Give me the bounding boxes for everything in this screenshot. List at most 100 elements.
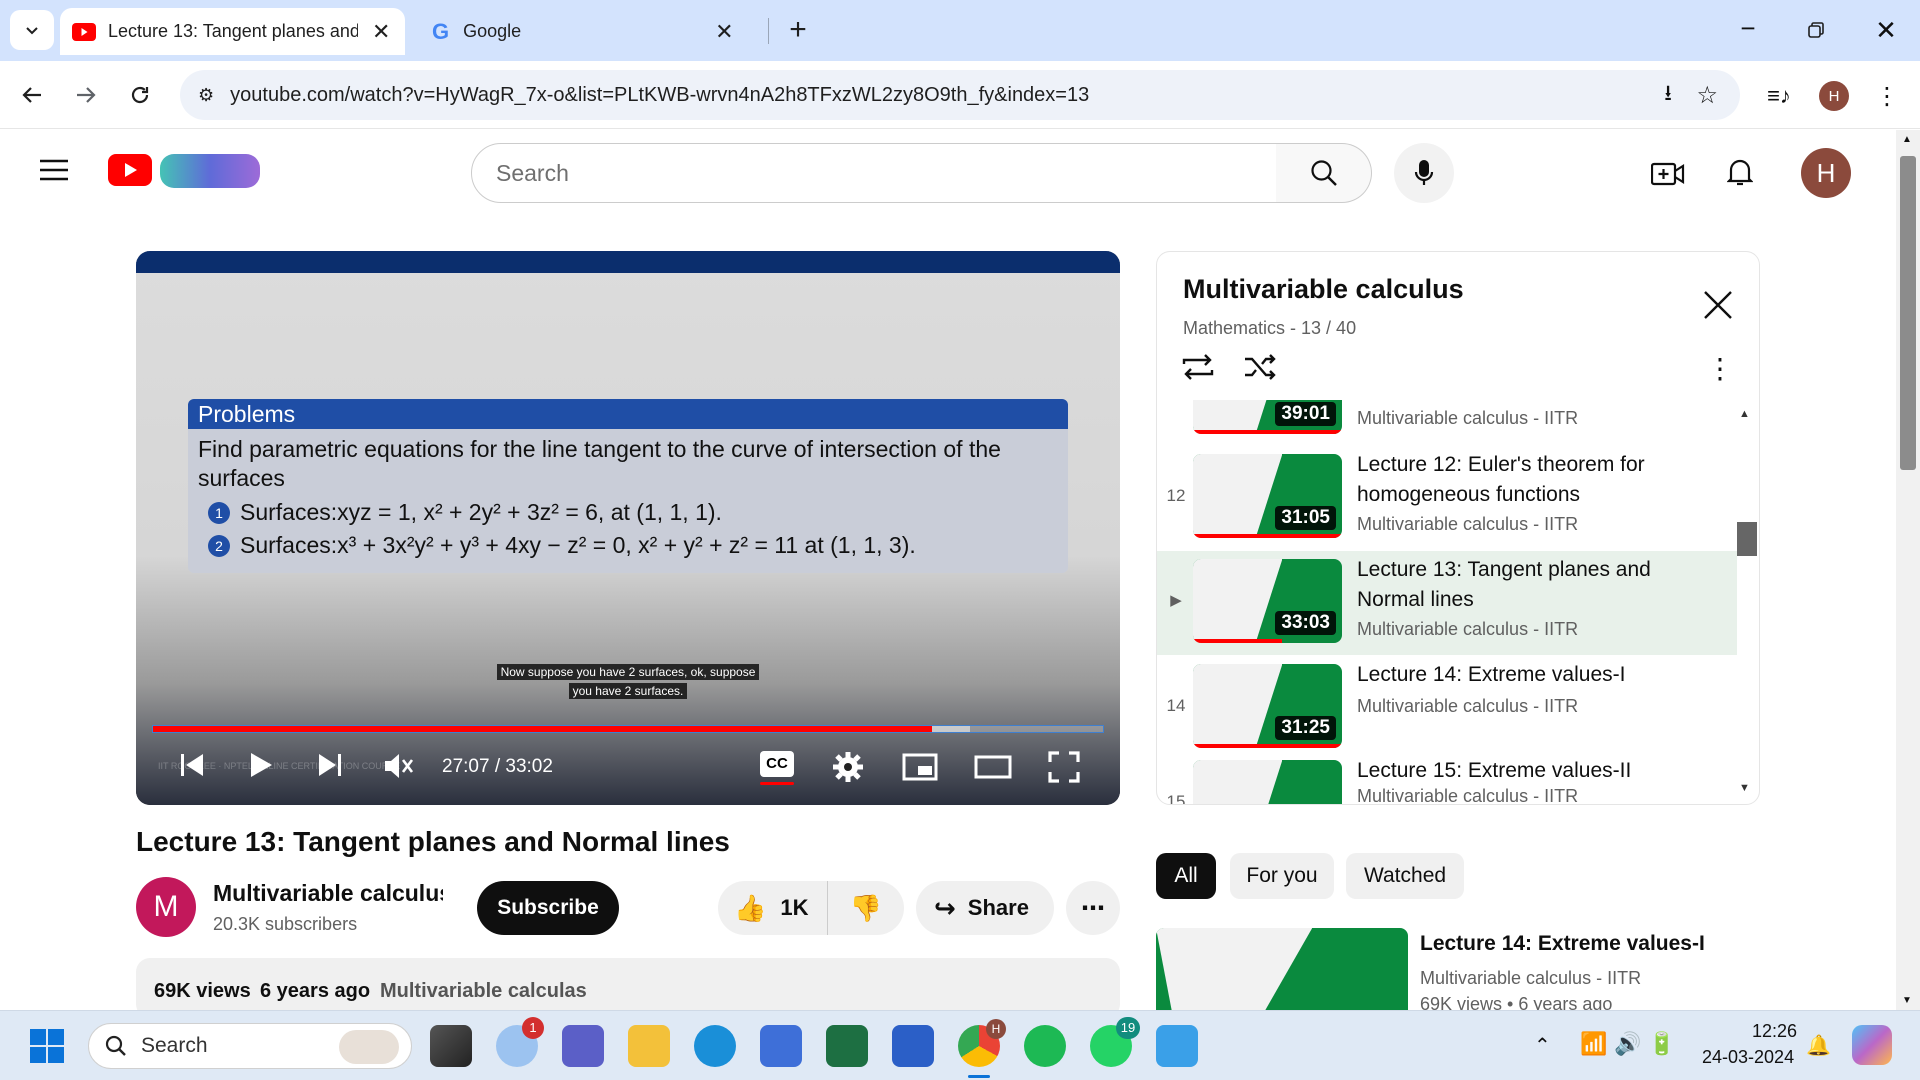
back-button[interactable]	[14, 77, 50, 113]
channel-avatar[interactable]: M	[136, 877, 196, 937]
description-tag[interactable]: Multivariable calculas	[380, 980, 587, 1003]
playlist-item[interactable]: 39:01 Multivariable calculus - IITR	[1157, 400, 1737, 446]
scroll-up-arrow-icon[interactable]: ▲	[1902, 134, 1912, 145]
start-button[interactable]	[30, 1029, 64, 1063]
whatsapp-icon[interactable]: 19	[1090, 1017, 1140, 1067]
tab-google[interactable]: G Google ✕	[420, 8, 760, 55]
recommendation-thumbnail	[1156, 928, 1408, 1010]
playlist-scroll-up-icon[interactable]: ▲	[1739, 408, 1750, 420]
video-player[interactable]: Problems Find parametric equations for t…	[136, 251, 1120, 805]
recommendation-title: Lecture 14: Extreme values-I	[1420, 932, 1705, 955]
excel-icon[interactable]	[826, 1025, 868, 1067]
chrome-icon[interactable]: H	[958, 1019, 1006, 1078]
subscribe-button[interactable]: Subscribe	[477, 881, 619, 935]
file-explorer-icon[interactable]	[628, 1025, 670, 1067]
address-bar[interactable]: ⚙ youtube.com/watch?v=HyWagR_7x-o&list=P…	[180, 70, 1740, 120]
guide-menu-button[interactable]	[36, 152, 72, 188]
tab-youtube[interactable]: Lecture 13: Tangent planes and ✕	[60, 8, 405, 55]
browser-menu-button[interactable]: ⋮	[1872, 79, 1902, 113]
microsoft-store-icon[interactable]	[760, 1025, 802, 1067]
reload-button[interactable]	[122, 77, 158, 113]
video-camera-plus-icon	[1651, 162, 1685, 186]
playlist-item[interactable]: 15 Lecture 15: Extreme values-II Multiva…	[1157, 752, 1737, 805]
playlist-item-channel: Multivariable calculus - IITR	[1357, 696, 1579, 716]
clock-date[interactable]: 24-03-2024	[1702, 1047, 1794, 1068]
fullscreen-button[interactable]	[1048, 751, 1082, 785]
progress-bar[interactable]	[152, 725, 1104, 733]
volume-icon[interactable]: 🔊	[1614, 1031, 1641, 1057]
subscriber-count: 20.3K subscribers	[213, 914, 358, 934]
close-window-button[interactable]: ✕	[1866, 10, 1906, 50]
playlist-scroll-down-icon[interactable]: ▼	[1739, 782, 1750, 794]
video-duration: 31:25	[1275, 716, 1336, 740]
shuffle-playlist-button[interactable]	[1243, 352, 1279, 388]
chip-all[interactable]: All	[1156, 853, 1216, 899]
more-actions-button[interactable]: ⋯	[1066, 881, 1120, 935]
recommendation-item[interactable]: Lecture 14: Extreme values-I Multivariab…	[1156, 928, 1896, 1010]
account-avatar[interactable]: H	[1801, 148, 1851, 198]
playlist-item[interactable]: 12 31:05 Lecture 12: Euler's theorem for…	[1157, 446, 1737, 550]
tab-search-button[interactable]	[10, 10, 54, 50]
taskbar-search[interactable]: Search	[88, 1023, 412, 1069]
teams-icon[interactable]	[562, 1025, 604, 1067]
search-button[interactable]	[1276, 143, 1372, 203]
recommendation-meta: 69K views • 6 years ago	[1420, 994, 1613, 1010]
playlist-item-selected[interactable]: ▶ 33:03 Lecture 13: Tangent planes and N…	[1157, 551, 1737, 655]
close-playlist-button[interactable]	[1703, 290, 1739, 326]
dislike-button[interactable]: 👎	[828, 881, 904, 935]
create-button[interactable]	[1648, 154, 1688, 194]
battery-icon[interactable]: 🔋	[1648, 1031, 1675, 1057]
edge-icon[interactable]	[694, 1025, 736, 1067]
miniplayer-button[interactable]	[902, 753, 938, 785]
fullscreen-icon	[1048, 751, 1080, 783]
loop-playlist-button[interactable]	[1181, 352, 1217, 388]
copilot-icon[interactable]	[1852, 1025, 1892, 1065]
notification-bell-icon[interactable]: 🔔	[1806, 1033, 1831, 1058]
playlist-title[interactable]: Multivariable calculus	[1183, 274, 1464, 305]
tray-overflow-chevron-icon[interactable]: ⌃	[1534, 1033, 1551, 1058]
tab-title: Lecture 13: Tangent planes and	[108, 21, 358, 41]
share-button[interactable]: ↪ Share	[916, 881, 1054, 935]
tab-close-icon[interactable]: ✕	[715, 19, 733, 45]
weather-widget-icon[interactable]: 1	[496, 1017, 544, 1067]
like-button[interactable]: 👍 1K	[718, 881, 828, 935]
youtube-logo[interactable]	[108, 154, 268, 194]
scroll-down-arrow-icon[interactable]: ▼	[1902, 995, 1912, 1006]
chip-for-you[interactable]: For you	[1230, 853, 1334, 899]
playlist-item[interactable]: 14 31:25 Lecture 14: Extreme values-I Mu…	[1157, 656, 1737, 760]
tab-close-icon[interactable]: ✕	[372, 19, 390, 45]
site-info-icon[interactable]: ⚙	[198, 85, 214, 106]
theater-mode-button[interactable]	[974, 755, 1014, 785]
new-tab-button[interactable]: +	[780, 12, 816, 48]
clock-time[interactable]: 12:26	[1752, 1021, 1797, 1042]
playlist-item-index: 15	[1166, 792, 1186, 805]
playlist-menu-button[interactable]: ⋮	[1705, 352, 1735, 388]
chip-watched[interactable]: Watched	[1346, 853, 1464, 899]
channel-name[interactable]: Multivariable calculus	[213, 880, 443, 907]
description-box[interactable]: 69K views 6 years ago Multivariable calc…	[136, 958, 1120, 1018]
forward-button[interactable]	[68, 77, 104, 113]
notifications-button[interactable]	[1720, 152, 1760, 192]
profile-avatar[interactable]: H	[1819, 81, 1849, 111]
wifi-icon[interactable]: 📶	[1580, 1031, 1607, 1057]
restore-button[interactable]	[1798, 12, 1834, 48]
cc-icon: CC	[760, 751, 794, 777]
media-control-button[interactable]: ≡♪	[1762, 79, 1796, 113]
playlist-scrollbar-thumb[interactable]	[1737, 522, 1757, 556]
search-placeholder: Search	[496, 159, 569, 186]
photos-icon[interactable]	[1156, 1025, 1198, 1067]
bookmark-star-icon[interactable]: ☆	[1696, 81, 1718, 110]
url-text[interactable]: youtube.com/watch?v=HyWagR_7x-o&list=PLt…	[230, 84, 1089, 107]
minimize-button[interactable]: −	[1730, 10, 1766, 46]
captions-button[interactable]: CC	[760, 751, 796, 787]
voice-search-button[interactable]	[1394, 143, 1454, 203]
thumbs-down-icon: 👎	[849, 892, 883, 923]
word-icon[interactable]	[892, 1025, 934, 1067]
settings-button[interactable]	[832, 751, 866, 785]
page-scrollbar[interactable]: ▲ ▼	[1896, 130, 1920, 1010]
task-view-icon[interactable]	[430, 1025, 472, 1067]
install-app-icon[interactable]: ⭳	[1664, 76, 1672, 114]
spotify-icon[interactable]	[1024, 1025, 1066, 1067]
search-input[interactable]: Search	[471, 143, 1277, 203]
page-scrollbar-thumb[interactable]	[1900, 156, 1916, 470]
